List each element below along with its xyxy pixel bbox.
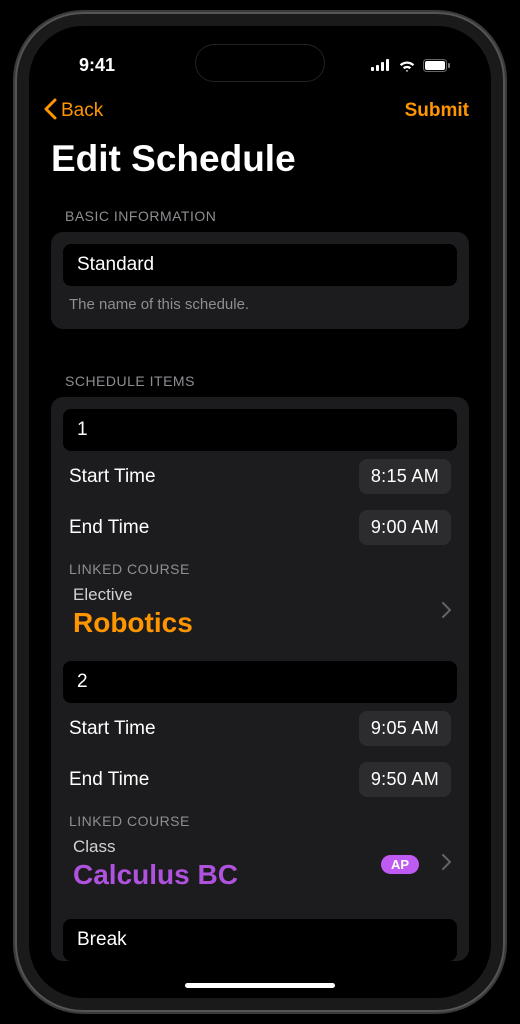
cellular-signal-icon <box>371 59 391 71</box>
item-index-input[interactable]: 1 <box>63 409 457 451</box>
linked-course-header: LINKED COURSE <box>63 553 457 583</box>
home-indicator[interactable] <box>185 983 335 988</box>
end-time-label: End Time <box>69 769 149 791</box>
start-time-picker[interactable]: 9:05 AM <box>359 711 451 746</box>
submit-button[interactable]: Submit <box>405 100 469 122</box>
course-info: Class Calculus BC <box>73 837 238 891</box>
back-label: Back <box>61 100 103 122</box>
course-type: Elective <box>73 585 133 605</box>
start-time-label: Start Time <box>69 718 156 740</box>
chevron-right-icon <box>442 853 457 876</box>
page-title: Edit Schedule <box>29 134 491 194</box>
ap-badge: AP <box>381 855 419 874</box>
status-icons <box>371 59 451 72</box>
dynamic-island <box>195 44 325 82</box>
end-time-label: End Time <box>69 517 149 539</box>
course-name: Calculus BC <box>73 859 238 891</box>
linked-course-button[interactable]: Class Calculus BC AP <box>63 835 457 905</box>
start-time-row: Start Time 9:05 AM <box>63 703 457 754</box>
break-input[interactable]: Break <box>63 919 457 961</box>
start-time-label: Start Time <box>69 466 156 488</box>
chevron-right-icon <box>442 601 457 624</box>
basic-info-card: Standard The name of this schedule. <box>51 232 469 329</box>
wifi-icon <box>398 59 416 72</box>
end-time-row: End Time 9:50 AM <box>63 754 457 805</box>
schedule-item-1: 1 Start Time 8:15 AM End Time 9:00 AM LI… <box>63 409 457 661</box>
schedule-name-input[interactable]: Standard <box>63 244 457 286</box>
start-time-picker[interactable]: 8:15 AM <box>359 459 451 494</box>
status-time: 9:41 <box>79 55 115 76</box>
item-index-input[interactable]: 2 <box>63 661 457 703</box>
course-info: Elective Robotics <box>73 585 193 639</box>
battery-icon <box>423 59 451 72</box>
end-time-row: End Time 9:00 AM <box>63 502 457 553</box>
phone-frame: 9:41 Back Submit Edit <box>15 12 505 1012</box>
content-area: BASIC INFORMATION Standard The name of t… <box>29 194 491 961</box>
basic-info-header: BASIC INFORMATION <box>51 194 469 232</box>
schedule-name-helper: The name of this schedule. <box>63 286 457 317</box>
end-time-picker[interactable]: 9:50 AM <box>359 762 451 797</box>
start-time-row: Start Time 8:15 AM <box>63 451 457 502</box>
chevron-left-icon <box>43 98 57 124</box>
schedule-items-header: SCHEDULE ITEMS <box>51 359 469 397</box>
linked-course-button[interactable]: Elective Robotics <box>63 583 457 653</box>
screen: 9:41 Back Submit Edit <box>29 26 491 998</box>
back-button[interactable]: Back <box>43 98 103 124</box>
schedule-item-2: 2 Start Time 9:05 AM End Time 9:50 AM LI… <box>63 661 457 913</box>
end-time-picker[interactable]: 9:00 AM <box>359 510 451 545</box>
course-name: Robotics <box>73 607 193 639</box>
nav-bar: Back Submit <box>29 84 491 134</box>
linked-course-header: LINKED COURSE <box>63 805 457 835</box>
schedule-items-card: 1 Start Time 8:15 AM End Time 9:00 AM LI… <box>51 397 469 961</box>
course-type: Class <box>73 837 116 857</box>
